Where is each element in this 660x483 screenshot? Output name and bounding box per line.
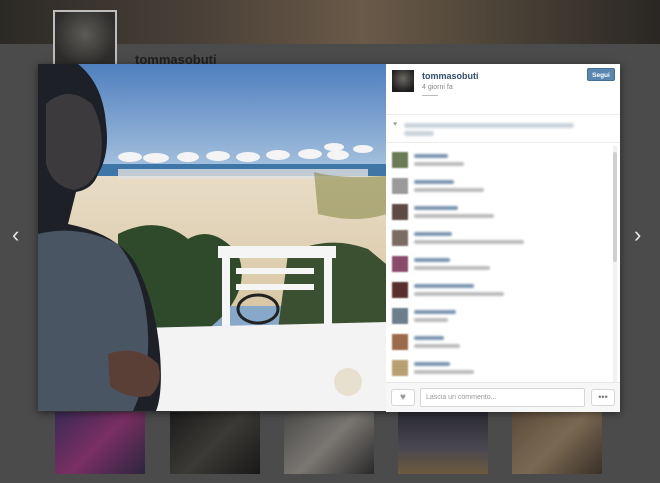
author-username[interactable]: tommasobuti <box>422 71 479 81</box>
heart-icon: ♥ <box>393 121 398 128</box>
likes-text-blurred <box>404 123 574 128</box>
comment-bar: ♥ ••• <box>386 382 620 412</box>
list-item <box>386 176 612 198</box>
list-item <box>386 228 612 250</box>
avatar[interactable] <box>392 360 408 376</box>
follow-button[interactable]: Segui <box>587 68 615 81</box>
post-sidebar: tommasobuti 4 giorni fa Segui ♥ ♥ Lascia… <box>386 64 620 412</box>
avatar[interactable] <box>392 152 408 168</box>
avatar[interactable] <box>392 204 408 220</box>
profile-avatar[interactable] <box>53 10 117 70</box>
comment-text-blurred <box>414 162 464 166</box>
photo-modal: tommasobuti 4 giorni fa Segui ♥ ♥ Lascia… <box>38 64 620 412</box>
heart-icon[interactable]: ♥ <box>391 389 415 406</box>
post-photo-image <box>38 64 386 411</box>
comment-author-blurred[interactable] <box>414 180 454 184</box>
avatar[interactable] <box>392 256 408 272</box>
photo-thumbnail[interactable] <box>512 412 602 474</box>
comment-text-blurred <box>414 240 524 244</box>
comment-scrollbar[interactable] <box>613 146 617 382</box>
photo-thumbnail[interactable] <box>55 412 145 474</box>
avatar[interactable] <box>392 308 408 324</box>
comment-author-blurred[interactable] <box>414 206 458 210</box>
comment-author-blurred[interactable] <box>414 310 456 314</box>
comment-text-blurred <box>414 318 448 322</box>
comment-text-blurred <box>414 188 484 192</box>
avatar[interactable] <box>392 282 408 298</box>
comment-text-blurred <box>414 344 460 348</box>
comment-input[interactable] <box>420 388 585 407</box>
comment-text-blurred <box>414 214 494 218</box>
likes-text-blurred <box>404 131 434 136</box>
comment-author-blurred[interactable] <box>414 336 444 340</box>
chevron-right-icon[interactable]: › <box>634 224 641 246</box>
post-photo <box>38 64 386 411</box>
comment-author-blurred[interactable] <box>414 154 448 158</box>
scrollbar-thumb[interactable] <box>613 152 617 262</box>
ellipsis-icon[interactable]: ••• <box>591 389 615 406</box>
list-item <box>386 150 612 172</box>
comment-author-blurred[interactable] <box>414 232 452 236</box>
list-item <box>386 202 612 224</box>
post-timestamp: 4 giorni fa <box>422 84 453 91</box>
comment-author-blurred[interactable] <box>414 284 474 288</box>
likes-summary: ♥ <box>386 116 620 143</box>
author-avatar[interactable] <box>392 70 414 92</box>
comment-text-blurred <box>414 370 474 374</box>
list-item <box>386 254 612 276</box>
comment-text-blurred <box>414 292 504 296</box>
list-item <box>386 358 612 380</box>
chevron-left-icon[interactable]: ‹ <box>12 224 19 246</box>
list-item <box>386 306 612 328</box>
photo-grid <box>0 410 660 483</box>
list-item <box>386 280 612 302</box>
photo-thumbnail[interactable] <box>170 412 260 474</box>
comment-author-blurred[interactable] <box>414 258 450 262</box>
caption-divider <box>422 95 438 96</box>
photo-thumbnail[interactable] <box>398 412 488 474</box>
comment-text-blurred <box>414 266 490 270</box>
avatar[interactable] <box>392 178 408 194</box>
avatar[interactable] <box>392 334 408 350</box>
comment-list[interactable] <box>386 146 612 382</box>
avatar[interactable] <box>392 230 408 246</box>
photo-thumbnail[interactable] <box>284 412 374 474</box>
post-header: tommasobuti 4 giorni fa Segui <box>386 64 620 115</box>
list-item <box>386 332 612 354</box>
comment-author-blurred[interactable] <box>414 362 450 366</box>
